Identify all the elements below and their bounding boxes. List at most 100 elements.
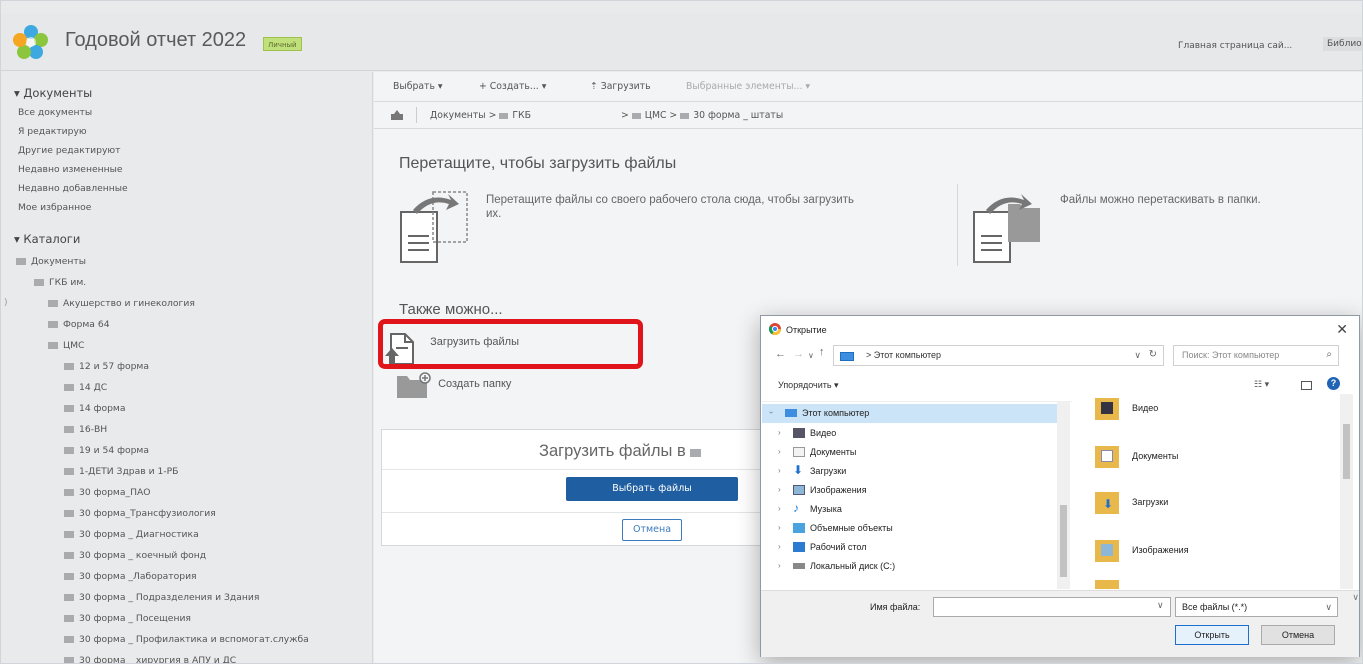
cancel-button[interactable]: Отмена xyxy=(1261,625,1335,645)
file-item-video[interactable]: Видео xyxy=(1132,403,1158,413)
nav-recently-changed[interactable]: Недавно измененные xyxy=(18,164,123,175)
filename-label: Имя файла: xyxy=(870,602,921,612)
close-icon[interactable]: ✕ xyxy=(1336,321,1348,338)
nav-recently-added[interactable]: Недавно добавленные xyxy=(18,183,128,194)
nav-favorites[interactable]: Мое избранное xyxy=(18,202,91,213)
drag-files-icon xyxy=(400,191,468,263)
tree-item[interactable]: Форма 64 xyxy=(48,319,110,330)
create-button[interactable]: + Создать... ▾ xyxy=(479,81,546,92)
up-arrow-icon[interactable]: ↑ xyxy=(819,346,825,358)
tree-item[interactable]: 30 форма _Лаборатория xyxy=(64,571,197,582)
tree-item[interactable]: 14 форма xyxy=(64,403,125,414)
tree-item-music[interactable]: › ♪ Музыка xyxy=(770,500,1066,519)
tree-item[interactable]: 14 ДС xyxy=(64,382,107,393)
view-options-icon[interactable]: ☷ ▾ xyxy=(1254,379,1269,390)
folder-icon xyxy=(48,300,58,307)
documents-heading[interactable]: ▾ Документы xyxy=(14,86,92,100)
nav-others-editing[interactable]: Другие редактируют xyxy=(18,145,121,156)
tree-item[interactable]: Акушерство и гинекология xyxy=(48,298,195,309)
preview-pane-icon[interactable] xyxy=(1301,381,1312,390)
tree-item-pictures[interactable]: › Изображения xyxy=(770,481,1066,500)
choose-files-button[interactable]: Выбрать файлы xyxy=(566,477,738,501)
files-scrollbar[interactable] xyxy=(1340,394,1353,589)
back-arrow-icon[interactable]: ← xyxy=(775,348,786,360)
tree-item-downloads[interactable]: › ⬇ Загрузки xyxy=(770,462,1066,481)
filetype-select[interactable]: Все файлы (*.*) ∨ xyxy=(1175,597,1338,617)
chrome-icon xyxy=(769,323,781,335)
tree-item[interactable]: 1-ДЕТИ Здрав и 1-РБ xyxy=(64,466,178,477)
sidebar-resize-handle[interactable]: ) xyxy=(4,298,8,308)
folder-icon xyxy=(64,363,74,370)
folder-icon xyxy=(680,113,690,119)
catalogs-heading[interactable]: ▾ Каталоги xyxy=(14,232,80,246)
tree-item-video[interactable]: › Видео xyxy=(770,424,1066,443)
pictures-folder-icon xyxy=(1095,540,1119,562)
computer-icon xyxy=(840,352,854,361)
tree-item-this-pc[interactable]: › Этот компьютер xyxy=(762,404,1058,423)
chevron-down-icon[interactable]: ∨ xyxy=(1134,350,1141,361)
computer-icon xyxy=(785,409,797,417)
nav-all-documents[interactable]: Все документы xyxy=(18,107,92,118)
select-button[interactable]: Выбрать ▾ xyxy=(393,81,443,92)
folder-icon xyxy=(64,636,74,643)
nav-i-am-editing[interactable]: Я редактирую xyxy=(18,126,87,137)
tree-item[interactable]: 30 форма _ хирургия в АПУ и ДС xyxy=(64,655,236,663)
folder-icon xyxy=(64,615,74,622)
music-icon: ♪ xyxy=(793,501,799,515)
folder-icon xyxy=(64,447,74,454)
folder-icon xyxy=(64,594,74,601)
tree-item[interactable]: 30 форма_ПАО xyxy=(64,487,151,498)
tree-item-local-disk[interactable]: › Локальный диск (C:) xyxy=(770,557,1066,576)
refresh-icon[interactable]: ↻ xyxy=(1149,349,1157,360)
tree-item[interactable]: 30 форма _ Диагностика xyxy=(64,529,199,540)
tree-item[interactable]: 30 форма _ Подразделения и Здания xyxy=(64,592,259,603)
dropzone-description: Перетащите файлы со своего рабочего стол… xyxy=(486,194,854,220)
breadcrumb-tail[interactable]: > ЦМС > 30 форма _ штаты xyxy=(621,110,783,121)
site-type-badge: Личный xyxy=(263,37,302,51)
filename-input[interactable] xyxy=(933,597,1171,617)
tree-item[interactable]: 30 форма _ Профилактика и вспомогат.служ… xyxy=(64,634,309,645)
app-frame: Годовой отчет 2022 Личный Главная страни… xyxy=(0,0,1363,664)
tree-item-3d-objects[interactable]: › Объемные объекты xyxy=(770,519,1066,538)
up-folder-icon[interactable] xyxy=(391,110,403,120)
recent-chevron-icon[interactable]: ∨ xyxy=(808,351,814,360)
tree-item[interactable]: 16-ВН xyxy=(64,424,107,435)
cancel-upload-button[interactable]: Отмена xyxy=(622,519,682,541)
dropzone-title: Перетащите, чтобы загрузить файлы xyxy=(399,155,677,172)
forward-arrow-icon[interactable]: → xyxy=(793,348,804,360)
library-link[interactable]: Библио xyxy=(1323,37,1362,51)
chevron-down-icon[interactable]: ∨ xyxy=(1157,600,1164,611)
folder-icon xyxy=(48,342,58,349)
open-button[interactable]: Открыть xyxy=(1175,625,1249,645)
tree-item[interactable]: ЦМС xyxy=(48,340,84,351)
tree-item[interactable]: 19 и 54 форма xyxy=(64,445,149,456)
tree-item[interactable]: 30 форма _ коечный фонд xyxy=(64,550,206,561)
tree-item[interactable]: Документы xyxy=(16,256,86,267)
folder-icon xyxy=(64,489,74,496)
address-bar[interactable]: > Этот компьютер ∨ ↻ xyxy=(833,345,1164,366)
upload-button[interactable]: ⇡ Загрузить xyxy=(590,81,651,92)
chevron-down-icon: ∨ xyxy=(1325,602,1332,612)
file-item-documents[interactable]: Документы xyxy=(1132,451,1178,461)
tree-item-desktop[interactable]: › Рабочий стол xyxy=(770,538,1066,557)
tree-item[interactable]: 12 и 57 форма xyxy=(64,361,149,372)
create-folder-link[interactable]: Создать папку xyxy=(395,372,511,400)
tree-item-documents[interactable]: › Документы xyxy=(770,443,1066,462)
selected-items-button[interactable]: Выбранные элементы... ▾ xyxy=(686,81,810,92)
page-scroll-chevron-icon[interactable]: ∨ xyxy=(1352,593,1359,603)
home-page-link[interactable]: Главная страница сай... xyxy=(1178,41,1292,51)
breadcrumb-documents[interactable]: Документы > ГКБ xyxy=(430,110,531,121)
help-icon[interactable]: ? xyxy=(1327,377,1340,390)
tree-item[interactable]: 30 форма_Трансфузиология xyxy=(64,508,216,519)
file-open-dialog: Открытие ✕ ← → ∨ ↑ > Этот компьютер ∨ ↻ … xyxy=(760,315,1360,657)
file-item-downloads[interactable]: Загрузки xyxy=(1132,497,1168,507)
file-item-pictures[interactable]: Изображения xyxy=(1132,545,1189,555)
pictures-icon xyxy=(793,485,805,495)
tree-item[interactable]: ГКБ им. xyxy=(34,277,86,288)
toolbar: Выбрать ▾ + Создать... ▾ ⇡ Загрузить Выб… xyxy=(374,72,1362,102)
organize-button[interactable]: Упорядочить ▾ xyxy=(778,380,839,391)
tree-scrollbar[interactable] xyxy=(1057,401,1070,589)
search-icon: ⌕ xyxy=(1326,349,1332,360)
tree-item[interactable]: 30 форма _ Посещения xyxy=(64,613,191,624)
search-input[interactable]: Поиск: Этот компьютер ⌕ xyxy=(1173,345,1339,366)
